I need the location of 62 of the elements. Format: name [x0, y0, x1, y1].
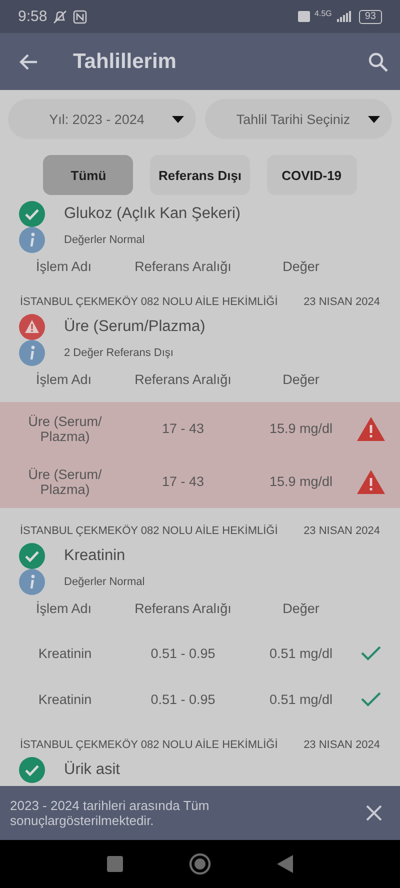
column-header: Değer: [282, 372, 320, 386]
column-header: Değer: [282, 600, 320, 616]
table-cell-text: 0.51 mg/dl: [268, 646, 334, 660]
table-cell-text: Kreatinin: [37, 692, 93, 706]
table-cell-text: 17 - 43: [160, 421, 206, 436]
column-header: Değer: [282, 258, 320, 274]
dropdown[interactable]: Tahlil Tarihi Seçiniz: [204, 99, 392, 139]
signal-icon: [336, 11, 351, 22]
test-date: 23 NISAN 2024: [304, 525, 380, 537]
test-name: Ürik asit: [64, 760, 120, 778]
facility-name: İSTANBUL ÇEKMEKÖY 082 NOLU AİLE HEKİMLİĞİ: [20, 739, 278, 751]
nfc-icon: [73, 10, 88, 24]
test-date: 23 NISAN 2024: [304, 296, 380, 308]
table-cell-text: 0.51 mg/dl: [268, 692, 334, 706]
table-cell-text: Üre (Serum/ Plazma): [27, 466, 103, 496]
network-type: 4.5G: [314, 9, 332, 18]
column-header: İşlem Adı: [35, 258, 93, 274]
screen-title: Tahlillerim: [73, 50, 178, 74]
square-icon: [107, 856, 123, 872]
dropdown-caret-icon: [172, 116, 184, 122]
test-date: 23 NISAN 2024: [304, 739, 380, 751]
dropdown-caret-icon: [368, 116, 380, 122]
close-icon: [366, 805, 382, 821]
filter-tab[interactable]: Tümü: [43, 155, 134, 195]
table-cell-text: 0.51 - 0.95: [150, 692, 216, 706]
test-name: Üre (Serum/Plazma): [64, 318, 206, 336]
back-button[interactable]: [18, 52, 38, 70]
mute-icon: [52, 8, 68, 24]
facility-name: İSTANBUL ÇEKMEKÖY 082 NOLU AİLE HEKİMLİĞİ: [20, 296, 278, 308]
info-icon: [19, 340, 45, 366]
column-header: İşlem Adı: [35, 372, 93, 386]
result-summary: Değerler Normal: [64, 234, 145, 246]
column-header: Referans Aralığı: [134, 372, 232, 386]
test-name: Kreatinin: [64, 546, 126, 564]
table-cell-text: 15.9 mg/dl: [268, 474, 334, 489]
table-cell-text: 15.9 mg/dl: [268, 421, 334, 436]
filter-tab[interactable]: COVID-19: [266, 155, 357, 195]
table-cell-text: Kreatinin: [37, 646, 93, 660]
battery-level: 93: [358, 10, 382, 24]
search-icon: [368, 52, 388, 72]
table-cell-text: 17 - 43: [160, 474, 206, 489]
facility-name: İSTANBUL ÇEKMEKÖY 082 NOLU AİLE HEKİMLİĞİ: [20, 525, 278, 537]
column-header: İşlem Adı: [35, 600, 93, 616]
filter-tab[interactable]: Referans Dışı: [150, 155, 250, 195]
info-icon: [19, 569, 45, 595]
result-summary: 2 Değer Referans Dışı: [64, 347, 174, 359]
column-header: Referans Aralığı: [134, 258, 232, 274]
table-cell-text: Üre (Serum/ Plazma): [27, 414, 103, 444]
triangle-icon: [277, 855, 293, 873]
result-summary: Değerler Normal: [64, 576, 145, 588]
column-header: Referans Aralığı: [134, 600, 232, 616]
dropdown[interactable]: Yıl: 2023 - 2024: [8, 99, 196, 139]
table-cell-text: 0.51 - 0.95: [150, 646, 216, 660]
info-icon: [19, 227, 45, 253]
home-icon: [189, 853, 211, 875]
home-button[interactable]: [189, 853, 211, 875]
search-button[interactable]: [368, 52, 388, 72]
test-name: Glukoz (Açlık Kan Şekeri): [64, 204, 241, 222]
back-icon: [18, 52, 38, 70]
clock: 9:58: [18, 8, 48, 25]
snackbar-message: 2023 - 2024 tarihleri arasında Tüm sonuçlargösterilmektedir.: [10, 798, 210, 828]
back-nav-button[interactable]: [277, 855, 293, 873]
